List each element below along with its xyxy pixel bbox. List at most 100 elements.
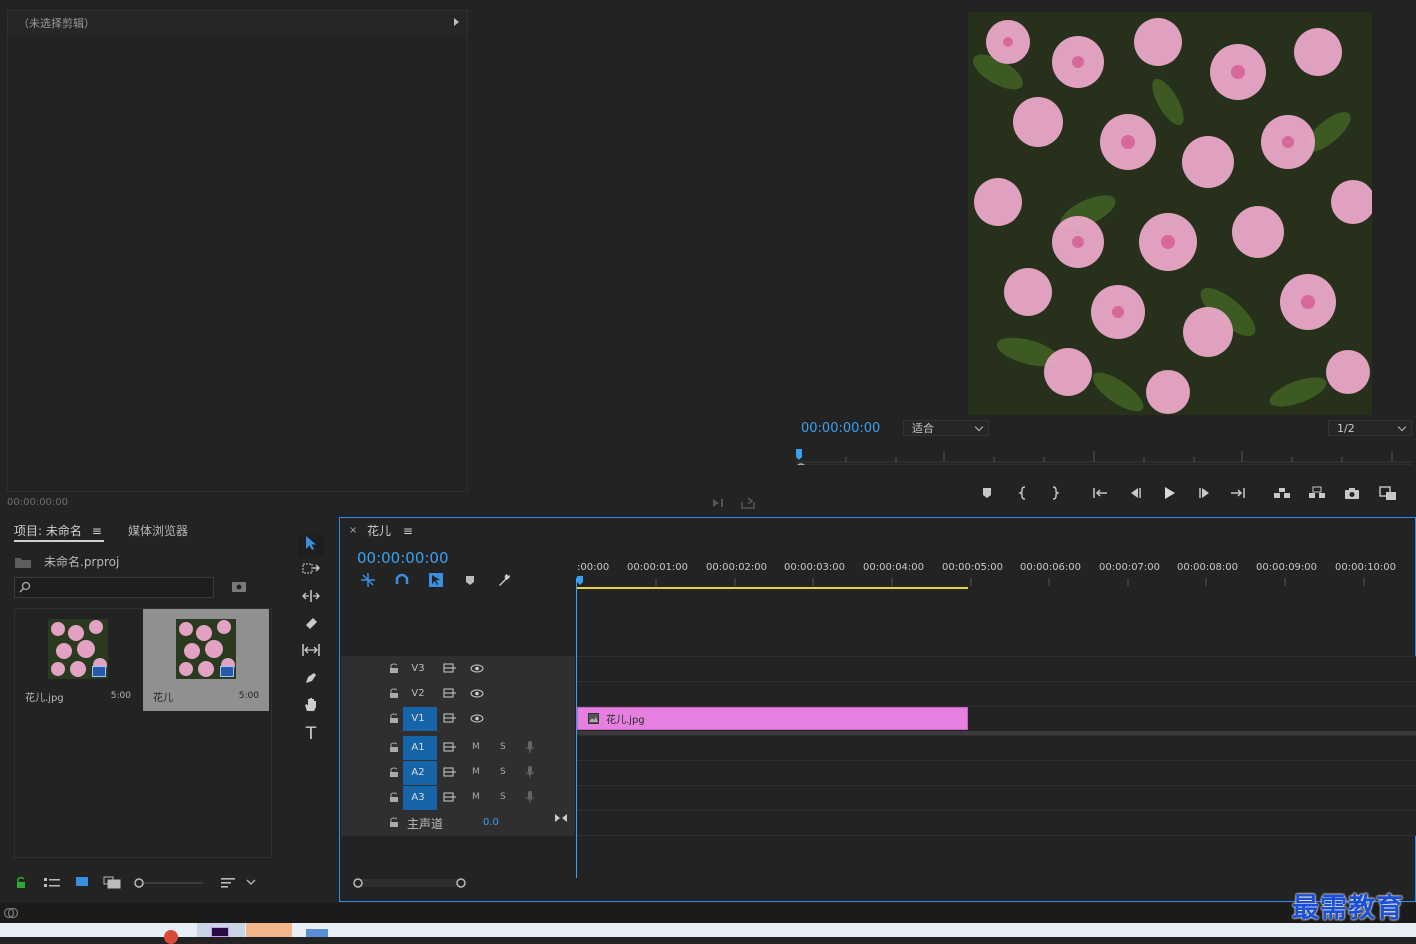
zoom-fit-dropdown[interactable]: 适合	[903, 420, 989, 436]
app-icon[interactable]	[306, 929, 328, 937]
step-back-icon[interactable]	[1126, 484, 1144, 502]
camera-icon[interactable]	[1343, 484, 1361, 502]
microphone-icon[interactable]	[525, 765, 535, 779]
chevron-right-icon[interactable]	[454, 18, 459, 26]
close-icon[interactable]: ×	[349, 525, 357, 536]
track-label[interactable]: A1	[403, 737, 433, 759]
lift-icon[interactable]	[1272, 484, 1290, 502]
button-editor-icon[interactable]	[1378, 484, 1396, 502]
app-icon[interactable]	[246, 923, 292, 937]
timeline-clip[interactable]: 花儿.jpg	[577, 707, 968, 730]
sort-icon[interactable]	[221, 877, 237, 889]
eye-icon[interactable]	[470, 714, 484, 723]
type-tool[interactable]: T	[298, 723, 324, 745]
track-label[interactable]: A2	[403, 762, 433, 784]
sync-lock-icon[interactable]	[443, 688, 457, 699]
zoom-slider[interactable]	[133, 877, 205, 889]
step-forward-icon[interactable]	[1196, 484, 1214, 502]
linked-selection-icon[interactable]	[428, 572, 444, 588]
project-item-image[interactable]: 花儿.jpg 5:00	[15, 609, 141, 711]
timeline-ruler[interactable]	[577, 576, 1415, 590]
razor-tool[interactable]	[298, 615, 324, 637]
track-label[interactable]: V3	[403, 658, 433, 680]
mute-button[interactable]: M	[472, 767, 480, 777]
app-icon[interactable]	[164, 930, 178, 944]
slip-tool[interactable]	[298, 642, 324, 664]
solo-button[interactable]: S	[500, 767, 506, 777]
mark-out-icon[interactable]	[1046, 484, 1064, 502]
tab-project[interactable]: 项目: 未命名 ≡	[14, 522, 102, 539]
solo-button[interactable]: S	[500, 792, 506, 802]
sync-lock-icon[interactable]	[443, 767, 457, 778]
chevron-down-icon[interactable]	[246, 878, 256, 886]
track-label[interactable]: V2	[403, 683, 433, 705]
microphone-icon[interactable]	[525, 740, 535, 754]
freeform-view-icon[interactable]	[103, 876, 121, 889]
mute-button[interactable]: M	[472, 742, 480, 752]
sync-lock-icon[interactable]	[443, 663, 457, 674]
export-icon[interactable]	[740, 496, 756, 510]
sync-lock-icon[interactable]	[443, 713, 457, 724]
eye-icon[interactable]	[470, 689, 484, 698]
list-view-icon[interactable]	[44, 877, 60, 889]
play-icon[interactable]	[1160, 484, 1178, 502]
lane-a2[interactable]	[577, 760, 1416, 785]
extract-icon[interactable]	[1307, 484, 1325, 502]
lock-icon[interactable]	[15, 876, 27, 889]
eye-icon[interactable]	[470, 664, 484, 673]
nest-icon[interactable]	[360, 572, 376, 588]
track-select-tool[interactable]	[298, 561, 324, 583]
insert-icon[interactable]	[711, 496, 729, 510]
ripple-edit-tool[interactable]	[298, 588, 324, 610]
timeline-zoom-scrollbar[interactable]	[350, 876, 470, 890]
mark-in-icon[interactable]	[1014, 484, 1032, 502]
work-area-bar[interactable]	[577, 587, 968, 589]
lock-icon[interactable]	[389, 767, 399, 778]
panel-menu-icon[interactable]: ≡	[403, 524, 413, 538]
lane-a3[interactable]	[577, 785, 1416, 810]
resolution-dropdown[interactable]: 1/2	[1328, 420, 1412, 436]
go-to-out-icon[interactable]	[1229, 484, 1247, 502]
lock-icon[interactable]	[389, 817, 399, 828]
active-app[interactable]	[197, 923, 245, 937]
lane-master[interactable]	[577, 810, 1416, 835]
lock-icon[interactable]	[389, 742, 399, 753]
timeline-timecode[interactable]: 00:00:00:00	[357, 549, 449, 567]
find-icon[interactable]	[231, 580, 247, 593]
source-clip-header[interactable]: （未选择剪辑）	[7, 10, 468, 36]
add-marker-icon[interactable]	[464, 574, 476, 586]
lane-v2[interactable]	[577, 681, 1416, 706]
mute-button[interactable]: M	[472, 792, 480, 802]
solo-button[interactable]: S	[500, 742, 506, 752]
pen-tool[interactable]	[298, 670, 324, 692]
master-volume-value[interactable]: 0.0	[483, 817, 499, 828]
lock-icon[interactable]	[389, 792, 399, 803]
go-to-in-icon[interactable]	[1091, 484, 1109, 502]
panel-menu-icon[interactable]: ≡	[92, 524, 102, 538]
track-label[interactable]: A3	[403, 787, 433, 809]
tab-media-browser[interactable]: 媒体浏览器	[128, 522, 188, 539]
program-timecode[interactable]: 00:00:00:00	[801, 421, 880, 436]
sequence-tab[interactable]: 花儿 ≡	[367, 522, 413, 539]
sync-lock-icon[interactable]	[443, 742, 457, 753]
source-timecode[interactable]: 00:00:00:00	[7, 497, 68, 508]
sync-lock-icon[interactable]	[443, 792, 457, 803]
project-item-sequence[interactable]: 花儿 5:00	[143, 609, 269, 711]
add-marker-icon[interactable]	[978, 484, 996, 502]
lane-a1[interactable]	[577, 735, 1416, 760]
playhead-handle[interactable]	[577, 576, 583, 585]
lock-icon[interactable]	[389, 713, 399, 724]
hand-tool[interactable]	[298, 696, 324, 718]
lock-icon[interactable]	[389, 663, 399, 674]
creative-cloud-icon[interactable]	[3, 906, 19, 920]
lane-v3[interactable]	[577, 656, 1416, 681]
lock-icon[interactable]	[389, 688, 399, 699]
project-search-input[interactable]	[14, 577, 214, 598]
program-time-ruler[interactable]	[796, 445, 1412, 465]
track-label[interactable]: V1	[403, 708, 433, 730]
icon-view-icon[interactable]	[75, 876, 89, 888]
wrench-icon[interactable]	[496, 572, 512, 588]
go-to-end-icon[interactable]	[554, 813, 568, 823]
microphone-icon[interactable]	[525, 790, 535, 804]
selection-tool[interactable]	[298, 535, 324, 557]
